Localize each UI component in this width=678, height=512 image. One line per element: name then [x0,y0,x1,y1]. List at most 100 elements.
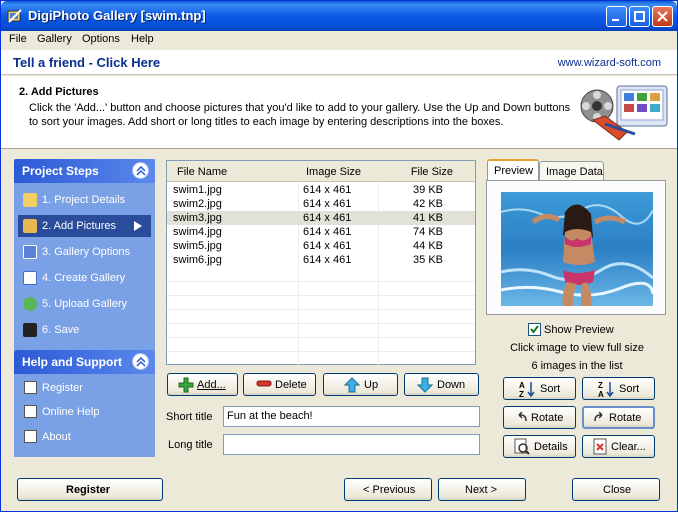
menu-gallery[interactable]: Gallery [37,33,72,45]
checkmark-icon [530,325,539,334]
help-online-help[interactable]: Online Help [14,401,155,423]
file-name: swim3.jpg [173,212,222,224]
image-size: 614 x 461 [303,198,352,210]
menu-file[interactable]: File [9,33,27,45]
close-button[interactable]: Close [572,478,660,501]
file-size: 39 KB [413,184,443,196]
collapse-icon[interactable] [132,162,149,179]
preview-image[interactable] [501,192,653,306]
register-button[interactable]: Register [17,478,163,501]
file-row-selected[interactable]: swim3.jpg 614 x 461 41 KB [167,211,475,225]
up-button[interactable]: Up [323,373,398,396]
sort-az-icon: A Z [519,381,535,398]
clear-button[interactable]: Clear... [582,435,655,458]
play-arrow-icon [134,221,142,231]
step-upload-gallery[interactable]: 5. Upload Gallery [14,293,155,315]
sort-descending-button[interactable]: Z A Sort [582,377,655,400]
step-create-gallery[interactable]: 4. Create Gallery [14,267,155,289]
file-row[interactable]: swim2.jpg 614 x 461 42 KB [167,197,475,211]
svg-text:Z: Z [598,381,603,390]
close-window-button[interactable] [652,6,673,27]
file-row[interactable]: swim4.jpg 614 x 461 74 KB [167,225,475,239]
collapse-icon[interactable] [132,353,149,370]
file-size: 35 KB [413,254,443,266]
short-title-input[interactable]: Fun at the beach! [223,406,480,427]
image-size: 614 x 461 [303,254,352,266]
image-size: 614 x 461 [303,212,352,224]
file-size: 44 KB [413,240,443,252]
add-button[interactable]: Add... [167,373,238,396]
help-label: Register [42,382,83,394]
file-size: 74 KB [413,226,443,238]
help-support-body: Register Online Help About [14,374,155,457]
file-list[interactable]: File Name Image Size File Size swim1.jpg… [166,160,476,365]
step-save[interactable]: 6. Save [14,319,155,341]
image-size: 614 x 461 [303,226,352,238]
previous-button[interactable]: < Previous [344,478,432,501]
step-label: 5. Upload Gallery [42,298,127,310]
app-icon [7,8,23,24]
column-header-file-name[interactable]: File Name [167,161,298,182]
app-window: DigiPhoto Gallery [swim.tnp] File Galler… [0,0,678,512]
step-project-details[interactable]: 1. Project Details [14,189,155,211]
maximize-button[interactable] [629,6,650,27]
file-size: 42 KB [413,198,443,210]
column-header-image-size[interactable]: Image Size [298,161,378,182]
project-steps-body: 1. Project Details 2. Add Pictures 3. Ga… [14,183,155,346]
svg-text:A: A [519,381,525,390]
step-label: 1. Project Details [42,194,126,206]
show-preview-label: Show Preview [544,324,614,336]
column-header-file-size[interactable]: File Size [378,161,475,182]
project-steps-header[interactable]: Project Steps [14,159,155,183]
file-row[interactable]: swim1.jpg 614 x 461 39 KB [167,183,475,197]
file-row[interactable]: swim5.jpg 614 x 461 44 KB [167,239,475,253]
svg-text:Z: Z [519,390,524,398]
help-about[interactable]: About [14,426,155,448]
next-button[interactable]: Next > [438,478,526,501]
minus-icon [256,380,272,387]
step-gallery-options[interactable]: 3. Gallery Options [14,241,155,263]
tab-image-data[interactable]: Image Data [539,161,604,181]
svg-text:A: A [598,390,604,398]
long-title-input[interactable] [223,434,480,455]
step-title: 2. Add Pictures [19,86,99,98]
help-support-header[interactable]: Help and Support [14,350,155,374]
grid-icon [23,245,37,259]
arrow-down-icon [417,377,433,393]
show-preview-checkbox[interactable] [528,323,541,336]
help-register[interactable]: Register [14,377,155,399]
clear-document-icon [593,438,607,455]
sort-ascending-button[interactable]: A Z Sort [503,377,576,400]
register-icon [24,381,37,394]
help-label: About [42,431,71,443]
project-steps-title: Project Steps [22,164,99,178]
image-count: 6 images in the list [531,360,623,372]
rotate-right-icon [594,412,603,422]
help-support-title: Help and Support [22,355,122,369]
menu-help[interactable]: Help [131,33,154,45]
promo-bar: Tell a friend - Click Here www.wizard-so… [1,50,677,75]
long-title-label: Long title [168,439,213,451]
down-button[interactable]: Down [404,373,479,396]
delete-button[interactable]: Delete [243,373,316,396]
step-label: 6. Save [42,324,80,336]
website-link[interactable]: www.wizard-soft.com [558,57,661,69]
details-button[interactable]: Details [503,435,576,458]
menu-options[interactable]: Options [82,33,120,45]
tab-preview[interactable]: Preview [487,159,539,181]
short-title-label: Short title [166,411,213,423]
file-row[interactable]: swim6.jpg 614 x 461 35 KB [167,253,475,267]
tell-a-friend-link[interactable]: Tell a friend - Click Here [13,55,160,70]
step-add-pictures[interactable]: 2. Add Pictures [18,215,151,237]
minimize-button[interactable] [606,6,627,27]
file-name: swim5.jpg [173,240,222,252]
rotate-left-button[interactable]: Rotate [503,406,576,429]
title-bar[interactable]: DigiPhoto Gallery [swim.tnp] [1,1,677,31]
plus-icon [178,377,194,393]
step-label: 4. Create Gallery [42,272,126,284]
image-size: 614 x 461 [303,184,352,196]
file-name: swim6.jpg [173,254,222,266]
rotate-right-button[interactable]: Rotate [582,406,655,429]
preview-panel [486,180,666,315]
image-size: 614 x 461 [303,240,352,252]
